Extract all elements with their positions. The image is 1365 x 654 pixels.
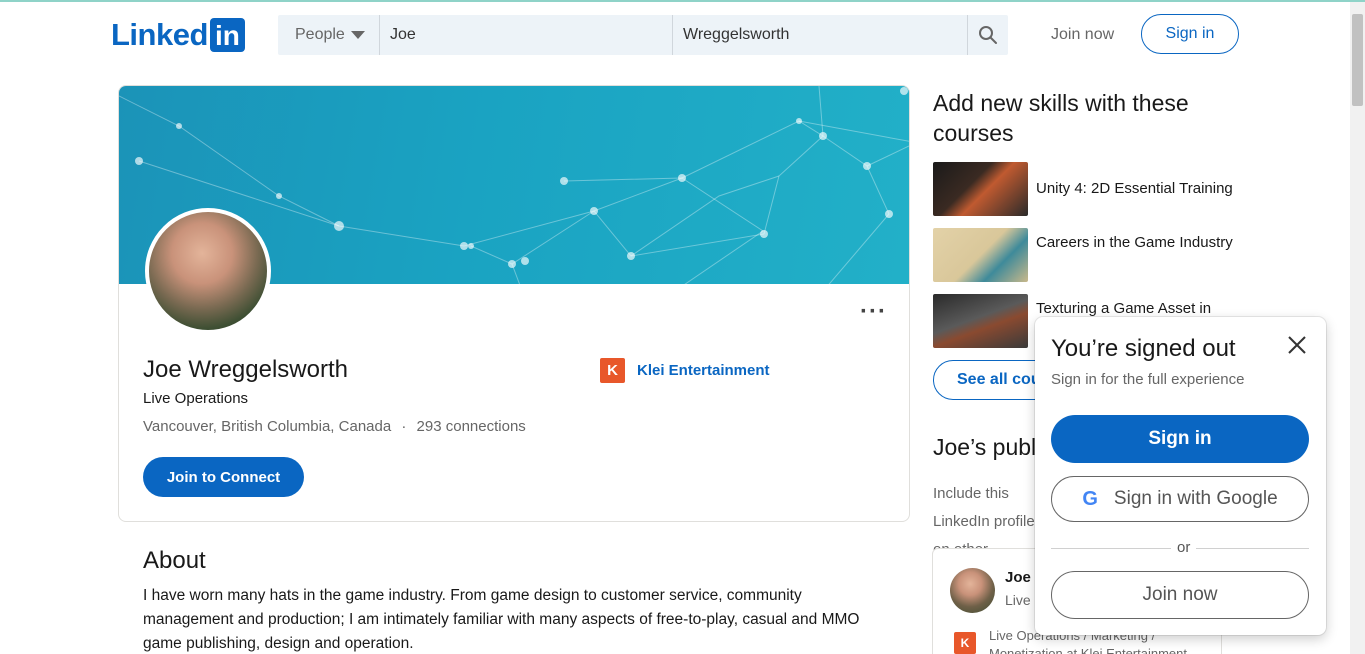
scrollbar-thumb[interactable] (1352, 14, 1363, 106)
join-to-connect-button[interactable]: Join to Connect (143, 457, 304, 497)
current-company-link[interactable]: K Klei Entertainment (600, 358, 770, 383)
last-name-input[interactable]: Wreggelsworth (673, 15, 968, 55)
sign-in-button[interactable]: Sign in (1141, 14, 1239, 54)
search-button[interactable] (968, 15, 1008, 55)
modal-title: You’re signed out (1051, 335, 1236, 362)
profile-location-line: Vancouver, British Columbia, Canada · 29… (143, 418, 526, 435)
modal-join-now-button[interactable]: Join now (1051, 571, 1309, 619)
modal-sign-in-button[interactable]: Sign in (1051, 415, 1309, 463)
connections-count: 293 connections (416, 418, 526, 435)
caret-down-icon (350, 31, 365, 39)
profile-headline: Live Operations (143, 390, 249, 407)
profile-avatar (145, 208, 271, 334)
badge-avatar (950, 568, 995, 613)
search-icon (979, 26, 997, 44)
modal-subtitle: Sign in for the full experience (1051, 371, 1245, 388)
badge-klei-logo-icon: K (954, 632, 976, 654)
logo-in-box: in (209, 18, 245, 52)
sign-in-with-google-button[interactable]: G Sign in with Google (1051, 476, 1309, 522)
profile-name: Joe Wreggelsworth (143, 356, 348, 383)
google-icon: G (1082, 487, 1098, 510)
google-button-label: Sign in with Google (1113, 488, 1278, 509)
profile-location: Vancouver, British Columbia, Canada (143, 418, 392, 435)
more-options-icon[interactable]: ··· (860, 298, 887, 326)
course-item[interactable]: Unity 4: 2D Essential Training (933, 162, 1251, 216)
course-thumbnail (933, 162, 1028, 216)
people-search-bar: People Joe Wreggelsworth (278, 15, 1008, 55)
klei-logo-icon: K (600, 358, 625, 383)
course-title: Unity 4: 2D Essential Training (1036, 180, 1233, 197)
search-category-label: People (295, 26, 345, 43)
course-thumbnail (933, 294, 1028, 348)
company-name: Klei Entertainment (637, 362, 770, 379)
search-category-dropdown[interactable]: People (278, 15, 380, 55)
linkedin-logo[interactable]: Linked in (111, 17, 245, 52)
about-text: I have worn many hats in the game indust… (143, 587, 860, 652)
courses-heading: Add new skills with these courses (933, 90, 1189, 146)
close-icon[interactable] (1285, 333, 1309, 357)
about-heading: About (143, 547, 206, 574)
signed-out-modal: You’re signed out Sign in for the full e… (1035, 317, 1326, 635)
or-label: or (1171, 539, 1197, 556)
course-item[interactable]: Careers in the Game Industry (933, 228, 1251, 282)
course-thumbnail (933, 228, 1028, 282)
or-divider: or (1051, 539, 1309, 559)
separator-dot: · (401, 418, 407, 435)
logo-wordmark: Linked (111, 17, 208, 52)
course-title: Careers in the Game Industry (1036, 234, 1233, 251)
first-name-input[interactable]: Joe (380, 15, 673, 55)
top-nav: Linked in People Joe Wreggelsworth Join … (0, 2, 1350, 66)
join-now-link[interactable]: Join now (1051, 26, 1114, 44)
